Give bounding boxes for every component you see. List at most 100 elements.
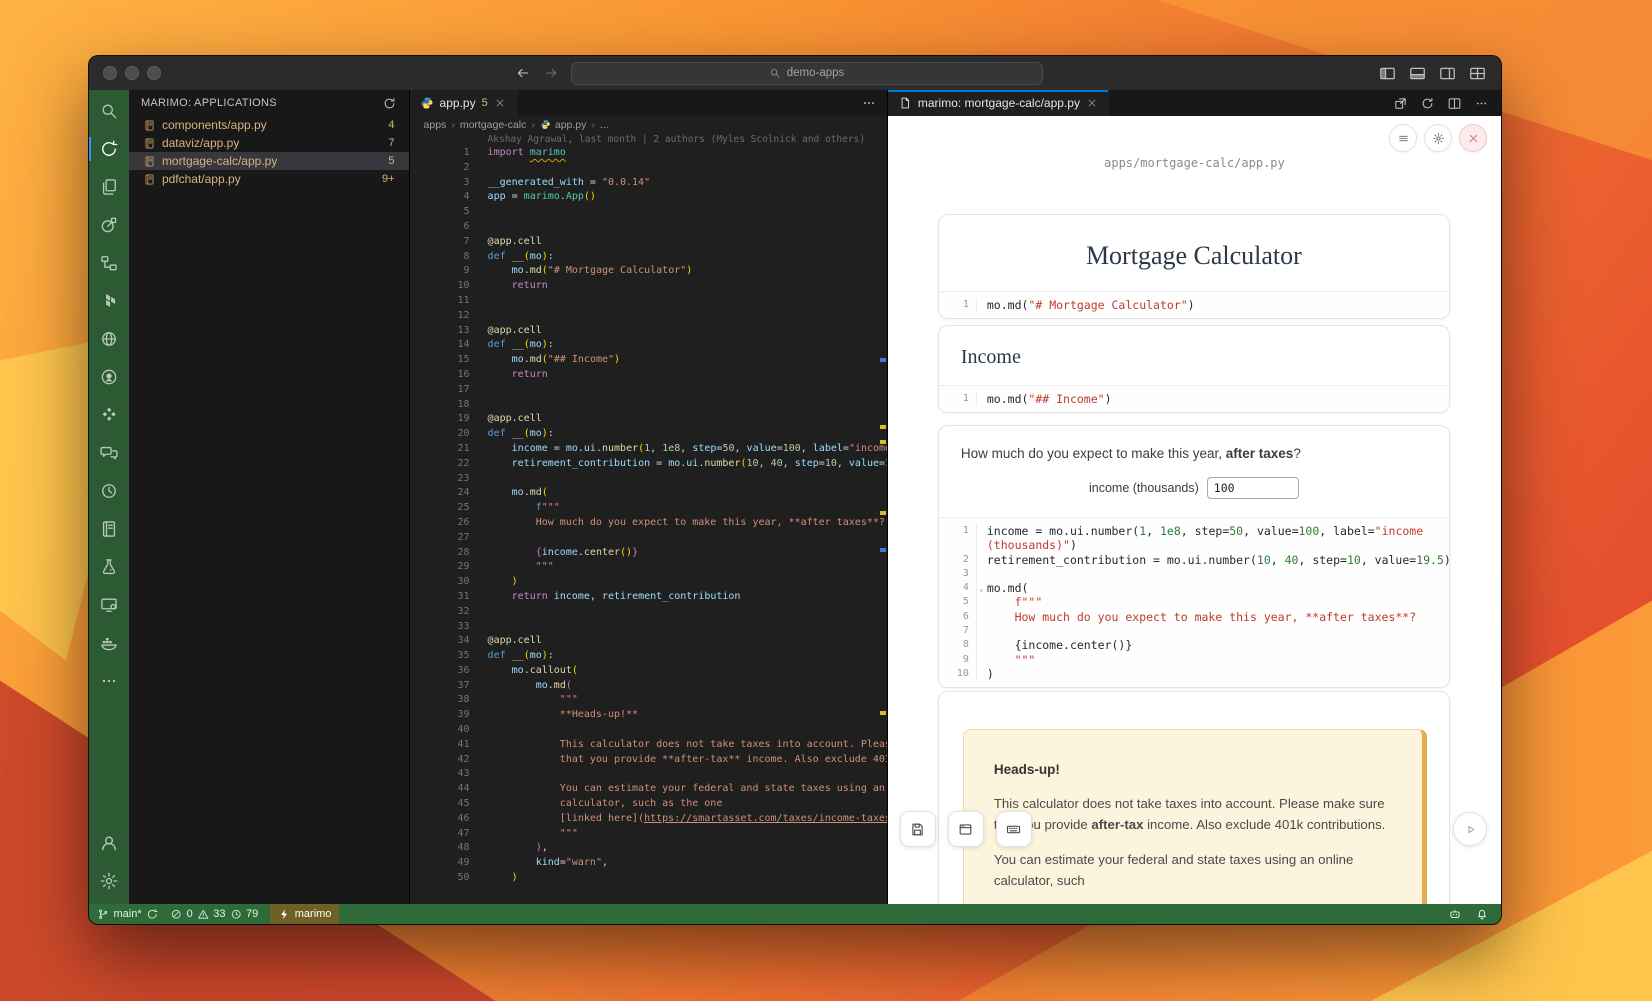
code-line: 13@app.cell	[410, 324, 887, 339]
activity-notebook-icon[interactable]	[89, 510, 129, 548]
activity-terraform-icon[interactable]	[89, 282, 129, 320]
gear-icon	[1432, 132, 1445, 145]
activity-settings-gear-icon[interactable]	[89, 862, 129, 900]
file-row[interactable]: mortgage-calc/app.py5	[129, 152, 409, 170]
code-line: 45 calculator, such as the one	[410, 797, 887, 812]
title-bar: demo-apps	[89, 56, 1501, 91]
settings-gear-icon	[99, 871, 119, 891]
overview-ruler-mark	[880, 711, 886, 715]
breadcrumb-item[interactable]: apps	[424, 119, 447, 131]
activity-globe-icon[interactable]	[89, 320, 129, 358]
income-number-input[interactable]	[1207, 477, 1299, 499]
activity-diamonds-icon[interactable]	[89, 396, 129, 434]
activity-copy-pages-icon[interactable]	[89, 168, 129, 206]
search-text: demo-apps	[787, 67, 845, 79]
minimize-window-button[interactable]	[125, 66, 139, 80]
code-line: 47 """	[410, 827, 887, 842]
warning-icon	[197, 908, 210, 921]
preview-code-line: 9 """	[939, 653, 1449, 667]
command-center-search[interactable]: demo-apps	[571, 62, 1043, 85]
callout-title: Heads-up!	[994, 762, 1392, 777]
problems-item[interactable]: 0 33 79	[170, 904, 258, 924]
file-row[interactable]: pdfchat/app.py9+	[129, 170, 409, 188]
activity-comments-icon[interactable]	[89, 434, 129, 472]
cell-code[interactable]: 1mo.md("## Income")	[939, 385, 1449, 412]
code-line: 20def __(mo):	[410, 427, 887, 442]
code-line: 44 You can estimate your federal and sta…	[410, 782, 887, 797]
code-line: 40	[410, 723, 887, 738]
activity-beaker-icon[interactable]	[89, 548, 129, 586]
breadcrumb-item[interactable]: app.py	[540, 119, 587, 131]
preview-code-line: 1mo.md("# Mortgage Calculator")	[939, 298, 1449, 312]
activity-clock-icon[interactable]	[89, 472, 129, 510]
preview-code-line: 10)	[939, 667, 1449, 681]
marimo-menu-button[interactable]	[1389, 124, 1417, 152]
nav-back-icon[interactable]	[515, 65, 531, 81]
comments-icon	[99, 443, 119, 463]
clock-icon	[99, 481, 119, 501]
tab-marimo-preview[interactable]: marimo: mortgage-calc/app.py	[888, 90, 1109, 116]
toggle-sidebar-icon[interactable]	[1378, 64, 1397, 83]
activity-docker-icon[interactable]	[89, 624, 129, 662]
overview-ruler-mark	[880, 548, 886, 552]
marimo-shutdown-button[interactable]	[1459, 124, 1487, 152]
code-line: 48 ),	[410, 841, 887, 856]
notifications-bell-icon[interactable]	[1475, 907, 1489, 921]
toggle-secondary-sidebar-icon[interactable]	[1438, 64, 1457, 83]
tab-overflow-icon[interactable]	[861, 95, 877, 111]
preview-code-line: 2retirement_contribution = mo.ui.number(…	[939, 553, 1449, 567]
code-line: 10 return	[410, 279, 887, 294]
code-line: 25 f"""	[410, 501, 887, 516]
close-window-button[interactable]	[103, 66, 117, 80]
activity-ellipsis-icon[interactable]	[89, 662, 129, 700]
preview-code-line: 4⌄mo.md(	[939, 581, 1449, 595]
globe-icon	[99, 329, 119, 349]
git-branch-item[interactable]: main*	[97, 904, 158, 924]
open-in-browser-button[interactable]	[948, 811, 984, 847]
search-icon	[769, 67, 781, 79]
toggle-panel-icon[interactable]	[1408, 64, 1427, 83]
python-icon	[420, 96, 434, 110]
play-icon	[1463, 822, 1478, 837]
error-icon	[170, 908, 183, 921]
open-external-icon[interactable]	[1393, 96, 1408, 111]
activity-test-target-icon[interactable]	[89, 206, 129, 244]
preview-code-line: 6 How much do you expect to make this ye…	[939, 610, 1449, 624]
code-line: 46 [linked here](https://smartasset.com/…	[410, 812, 887, 827]
activity-structure-icon[interactable]	[89, 244, 129, 282]
close-tab-icon[interactable]	[494, 97, 506, 109]
breadcrumb-item[interactable]: ...	[600, 119, 609, 131]
activity-marimo-loop-icon[interactable]	[89, 130, 129, 168]
marimo-settings-button[interactable]	[1424, 124, 1452, 152]
activity-search-icon[interactable]	[89, 92, 129, 130]
cell-code[interactable]: 1mo.md("# Mortgage Calculator")	[939, 291, 1449, 318]
file-row[interactable]: components/app.py4	[129, 116, 409, 134]
reload-preview-icon[interactable]	[1420, 96, 1435, 111]
tab-app-py[interactable]: app.py 5	[410, 90, 517, 116]
zoom-window-button[interactable]	[147, 66, 161, 80]
nav-forward-icon[interactable]	[543, 65, 559, 81]
run-button[interactable]	[1453, 812, 1487, 846]
file-badge: 7	[388, 137, 408, 149]
code-editor[interactable]: Akshay Agrawal, last month | 2 authors (…	[410, 133, 887, 904]
refresh-icon[interactable]	[382, 96, 397, 111]
customize-layout-icon[interactable]	[1468, 64, 1487, 83]
tab-label: app.py	[440, 96, 476, 110]
cell-card-callout: Heads-up! This calculator does not take …	[938, 691, 1450, 904]
activity-remote-monitor-icon[interactable]	[89, 586, 129, 624]
save-button[interactable]	[900, 811, 936, 847]
marimo-status-item[interactable]: marimo	[270, 904, 339, 924]
more-actions-icon[interactable]	[1474, 96, 1489, 111]
copilot-icon[interactable]	[1448, 907, 1462, 921]
file-row[interactable]: dataviz/app.py7	[129, 134, 409, 152]
activity-account-icon[interactable]	[89, 824, 129, 862]
cell-code[interactable]: 1income = mo.ui.number(1, 1e8, step=50, …	[939, 517, 1449, 687]
close-icon	[1467, 132, 1480, 145]
test-target-icon	[99, 215, 119, 235]
close-tab-icon[interactable]	[1086, 97, 1098, 109]
breadcrumb-item[interactable]: mortgage-calc	[460, 119, 527, 131]
activity-github-icon[interactable]	[89, 358, 129, 396]
split-editor-icon[interactable]	[1447, 96, 1462, 111]
keyboard-shortcuts-button[interactable]	[996, 811, 1032, 847]
activity-bar	[89, 90, 129, 904]
